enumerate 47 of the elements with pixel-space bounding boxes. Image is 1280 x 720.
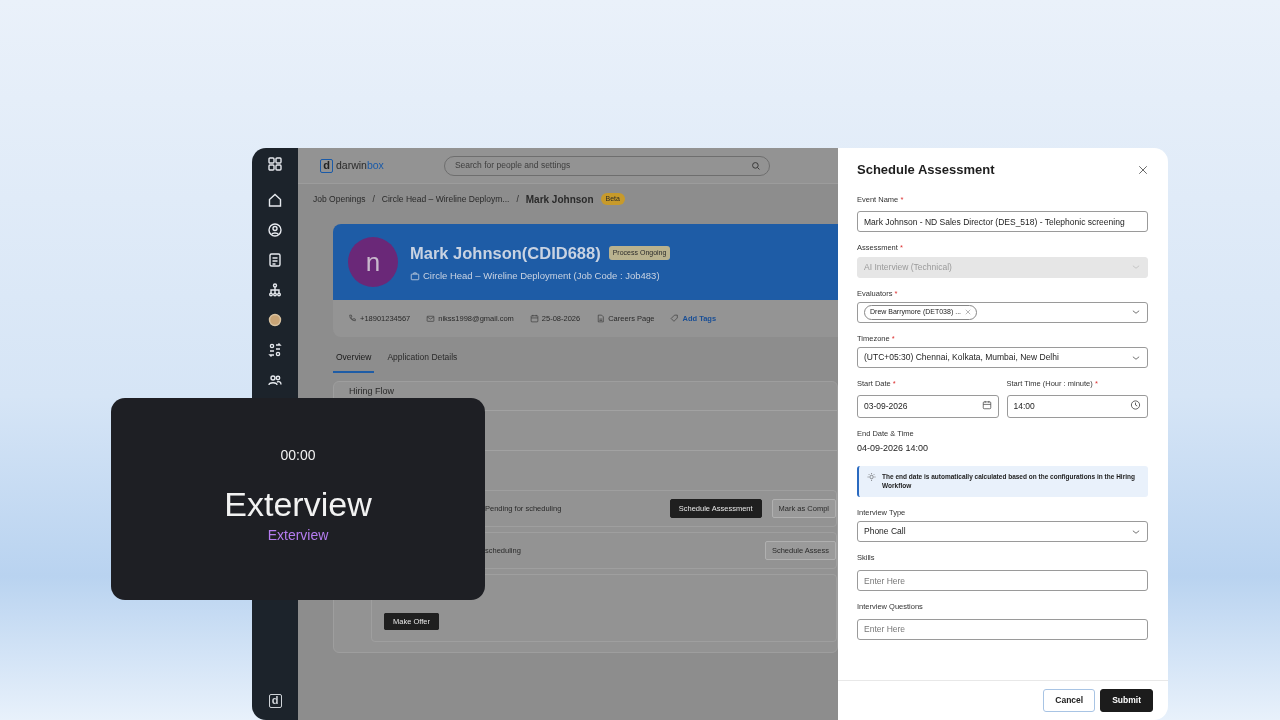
logo-text: darwinbox <box>336 157 384 173</box>
section-title: Hiring Flow <box>348 384 395 398</box>
grid-icon[interactable] <box>267 156 283 172</box>
select-field: AI Interview (Technical) <box>857 256 1148 278</box>
field-value: 04-09-2026 14:00 <box>857 442 930 455</box>
phone-icon <box>348 314 357 323</box>
job-title: Circle Head – Wireline Deployment (Job Code : Job483) <box>423 269 660 284</box>
input-field[interactable]: Enter Here <box>857 570 1148 591</box>
candidate-name: Mark Johnson(CDID688) <box>410 242 601 264</box>
video-title: Exterview <box>224 486 372 524</box>
clipboard-icon[interactable] <box>267 252 283 268</box>
tag-icon <box>670 314 680 323</box>
user-icon[interactable] <box>267 222 283 238</box>
time-field[interactable]: 14:00 <box>1006 394 1148 418</box>
search-icon <box>750 160 761 171</box>
timer-text: 00:00 <box>280 446 316 465</box>
input-field[interactable]: Mark Johnson - ND Sales Director (DES_518) - Telephonic screening <box>857 211 1148 233</box>
lightbulb-icon <box>867 471 877 482</box>
close-icon[interactable] <box>1138 164 1148 175</box>
submit-button[interactable]: Submit <box>1100 689 1153 712</box>
input-field[interactable]: Enter Here <box>857 618 1148 640</box>
select-field[interactable]: Phone Call <box>857 521 1148 543</box>
breadcrumb-link[interactable]: Circle Head – Wireline Deploym... <box>381 192 510 206</box>
tab[interactable]: Overview <box>333 347 375 373</box>
breadcrumb-separator: / <box>516 192 519 206</box>
avatar: n <box>348 237 398 287</box>
people-icon[interactable] <box>267 372 283 388</box>
coin-icon[interactable] <box>267 312 283 328</box>
chevron-down-icon <box>1131 262 1141 272</box>
tab[interactable]: Application Details <box>384 347 461 373</box>
clock-icon <box>1130 399 1141 411</box>
org-chart-icon[interactable] <box>267 282 283 298</box>
select-field[interactable]: (UTC+05:30) Chennai, Kolkata, Mumbai, New Delhi <box>857 347 1148 368</box>
calendar-icon <box>529 314 539 323</box>
video-subtitle: Exterview <box>267 526 329 546</box>
home-icon[interactable] <box>267 192 283 208</box>
breadcrumb-link[interactable]: Job Openings <box>313 192 366 206</box>
logo-mark: d <box>320 158 333 173</box>
date-field[interactable]: 03-09-2026 <box>857 394 999 418</box>
cancel-button[interactable]: Cancel <box>1043 689 1096 712</box>
document-icon <box>596 314 606 323</box>
logo-icon[interactable]: d <box>268 694 282 708</box>
envelope-icon <box>426 314 436 323</box>
breadcrumb-separator: / <box>372 192 375 206</box>
briefcase-icon <box>410 271 420 282</box>
calendar-icon <box>981 400 992 410</box>
drawer-title: Schedule Assessment <box>857 161 995 179</box>
